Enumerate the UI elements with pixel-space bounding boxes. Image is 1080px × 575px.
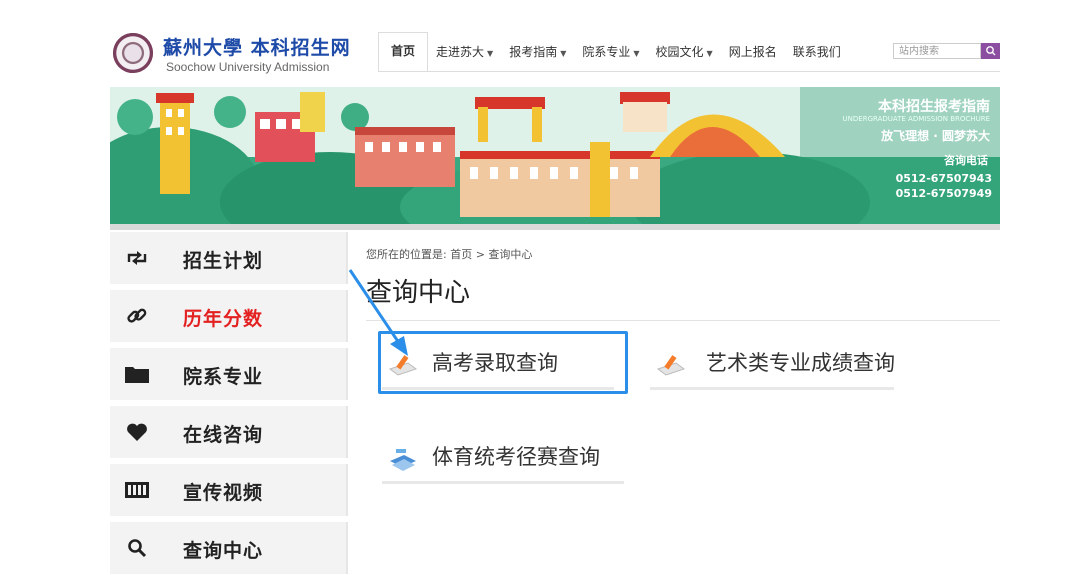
nav-label: 院系专业 — [582, 45, 631, 59]
sidebar-item-past-scores[interactable]: 历年分数 — [110, 290, 348, 343]
query-sports-track[interactable]: 体育统考径赛查询 — [382, 437, 624, 484]
site-logo-title[interactable]: 蘇州大學 本科招生网 — [163, 33, 351, 60]
sidebar-item-query-center[interactable]: 查询中心 — [110, 522, 348, 575]
nav-item-majors[interactable]: 院系专业 ▼ — [574, 32, 647, 72]
banner-phone: 0512-67507949 — [895, 187, 992, 200]
nav-item-guide[interactable]: 报考指南 ▼ — [501, 32, 574, 72]
highlight-box — [378, 331, 628, 394]
site-logo-subtitle: Soochow University Admission — [166, 60, 330, 74]
search-button[interactable] — [981, 43, 1000, 59]
query-label: 艺术类专业成绩查询 — [706, 351, 895, 375]
search-icon — [124, 536, 150, 560]
sidebar-item-label: 宣传视频 — [183, 482, 264, 504]
main-nav: 首页 走进苏大 ▼ 报考指南 ▼ 院系专业 ▼ 校园文化 ▼ 网上报名 联系我们 — [378, 32, 849, 72]
nav-label: 校园文化 — [655, 45, 704, 59]
banner-phone-label: 咨询电话 — [944, 154, 988, 167]
query-art-scores[interactable]: 艺术类专业成绩查询 — [650, 343, 895, 390]
sidebar-item-label: 院系专业 — [183, 366, 264, 388]
nav-divider — [378, 71, 1000, 72]
query-label: 体育统考径赛查询 — [432, 445, 600, 469]
sidebar-item-label: 历年分数 — [183, 308, 264, 330]
nav-label: 网上报名 — [728, 45, 777, 59]
caret-down-icon: ▼ — [633, 49, 640, 58]
pencil-paper-icon — [656, 355, 686, 376]
sidebar-item-label: 查询中心 — [183, 540, 264, 562]
nav-item-apply[interactable]: 网上报名 — [721, 32, 785, 72]
nav-item-about[interactable]: 走进苏大 ▼ — [428, 32, 501, 72]
sidebar-item-promo-video[interactable]: 宣传视频 — [110, 464, 348, 517]
retweet-icon — [124, 246, 150, 270]
nav-label: 首页 — [391, 44, 416, 58]
sidebar-item-departments[interactable]: 院系专业 — [110, 348, 348, 401]
sidebar-item-label: 招生计划 — [183, 250, 264, 272]
nav-label: 联系我们 — [792, 45, 841, 59]
campus-illustration — [110, 87, 1000, 224]
heart-icon — [124, 420, 150, 444]
breadcrumb: 您所在的位置是: 首页 > 查询中心 — [366, 248, 533, 261]
film-icon — [124, 478, 150, 502]
sidebar-item-label: 在线咨询 — [183, 424, 264, 446]
link-icon — [124, 304, 150, 328]
folder-icon — [124, 362, 150, 386]
banner-slogan: 放飞理想 · 圆梦苏大 — [881, 129, 990, 143]
hero-banner[interactable]: 本科招生报考指南 UNDERGRADUATE ADMISSION BROCHUR… — [110, 87, 1000, 224]
banner-phone: 0512-67507943 — [895, 172, 992, 185]
nav-label: 走进苏大 — [436, 45, 485, 59]
nav-item-home[interactable]: 首页 — [378, 32, 429, 72]
nav-item-culture[interactable]: 校园文化 ▼ — [648, 32, 721, 72]
banner-bottom-strip — [110, 224, 1000, 230]
title-divider — [366, 320, 1000, 321]
sidebar-item-online-consult[interactable]: 在线咨询 — [110, 406, 348, 459]
university-seal-logo[interactable] — [113, 33, 153, 73]
book-stack-icon — [390, 449, 416, 471]
search-icon — [986, 46, 996, 56]
caret-down-icon: ▼ — [487, 49, 494, 58]
banner-title: 本科招生报考指南 — [878, 99, 990, 115]
nav-item-contact[interactable]: 联系我们 — [785, 32, 849, 72]
banner-subtitle: UNDERGRADUATE ADMISSION BROCHURE — [842, 115, 990, 123]
caret-down-icon: ▼ — [706, 49, 713, 58]
search-input[interactable]: 站内搜索 — [893, 43, 981, 59]
caret-down-icon: ▼ — [560, 49, 567, 58]
nav-label: 报考指南 — [509, 45, 558, 59]
sidebar-item-enrollment-plan[interactable]: 招生计划 — [110, 232, 348, 285]
